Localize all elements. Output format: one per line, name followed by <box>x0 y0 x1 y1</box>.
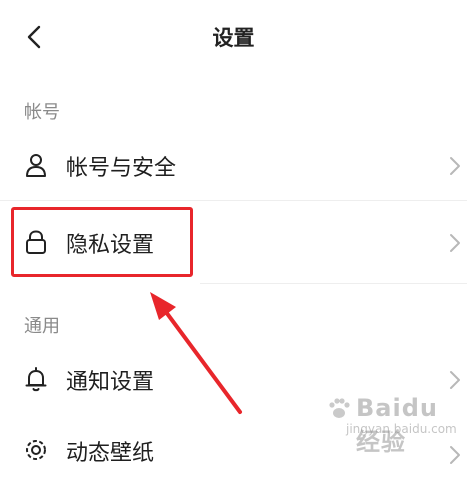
chevron-right-icon <box>450 157 460 175</box>
chevron-right-icon <box>450 234 460 252</box>
settings-row-label: 帐号与安全 <box>66 156 177 181</box>
header: 设置 <box>0 0 467 78</box>
settings-row-label: 动态壁纸 <box>66 441 155 466</box>
section-label-general: 通用 <box>24 316 60 337</box>
chevron-right-icon <box>450 371 460 389</box>
watermark: Baidu经验 jingyan.baidu.com <box>322 390 462 456</box>
settings-row-label: 通知设置 <box>66 370 155 395</box>
gear-icon <box>26 440 46 460</box>
paw-icon <box>329 398 350 418</box>
user-icon <box>26 154 46 177</box>
watermark-url: jingyan.baidu.com <box>346 422 457 436</box>
bell-icon <box>25 367 47 392</box>
divider <box>0 200 467 201</box>
divider <box>200 283 467 284</box>
highlight-box <box>11 207 193 277</box>
page-title: 设置 <box>212 26 255 50</box>
settings-row-account-security[interactable]: 帐号与安全 <box>0 135 467 195</box>
section-label-account: 帐号 <box>24 102 60 123</box>
